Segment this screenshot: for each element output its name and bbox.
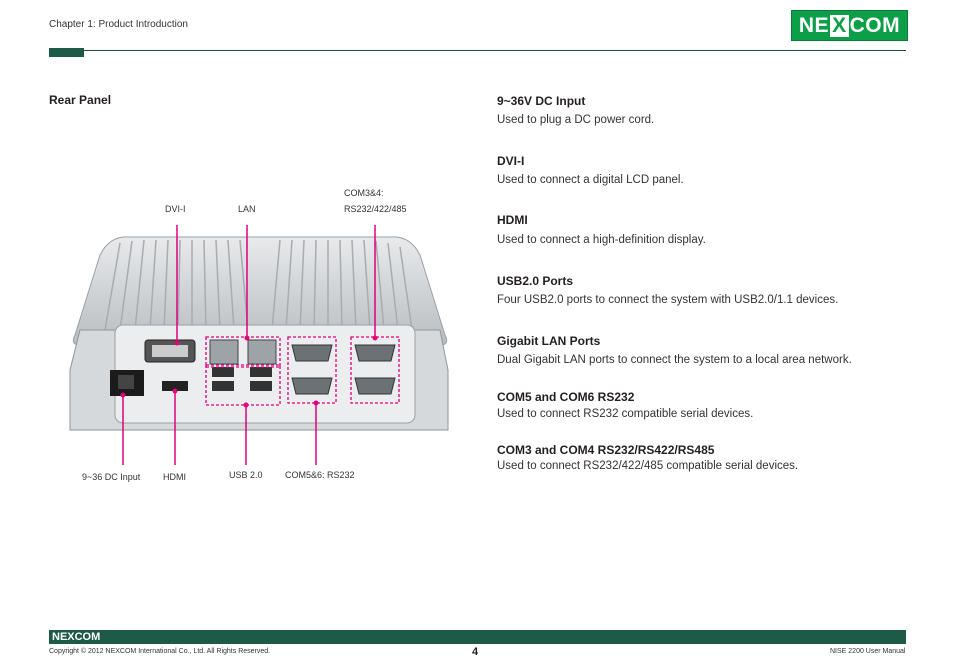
manual-title: NISE 2200 User Manual: [830, 648, 906, 655]
header-accent-block: [49, 48, 84, 57]
header-rule: [49, 50, 906, 51]
copyright-text: Copyright © 2012 NEXCOM International Co…: [49, 648, 271, 655]
item-title-hdmi: HDMI: [497, 213, 528, 227]
com34-callout-label-line2: RS232/422/485: [344, 204, 407, 214]
item-desc-usb: Four USB2.0 ports to connect the system …: [497, 294, 839, 306]
hdmi-callout-label: HDMI: [163, 472, 186, 482]
dc-input-callout-label: 9~36 DC Input: [82, 472, 141, 482]
item-desc-hdmi: Used to connect a high-definition displa…: [497, 234, 706, 246]
item-desc-com34: Used to connect RS232/422/485 compatible…: [497, 460, 799, 472]
footer-square-small-icon: [899, 638, 906, 644]
item-desc-com56: Used to connect RS232 compatible serial …: [497, 408, 754, 420]
item-title-dc-input: 9~36V DC Input: [497, 94, 586, 108]
com56-callout-label: COM5&6: RS232: [285, 470, 355, 480]
footer-logo: NEXCOM: [52, 631, 101, 643]
item-title-com56: COM5 and COM6 RS232: [497, 390, 635, 404]
item-title-usb: USB2.0 Ports: [497, 274, 574, 288]
item-title-lan: Gigabit LAN Ports: [497, 334, 601, 348]
com34-callout-label-line1: COM3&4:: [344, 188, 384, 198]
nexcom-logo: NE X COM: [791, 10, 908, 41]
rear-panel-illustration: [69, 225, 449, 465]
lan-callout-label: LAN: [238, 204, 256, 214]
item-desc-dc-input: Used to plug a DC power cord.: [497, 114, 655, 126]
dvi-callout-label: DVI-I: [165, 204, 186, 214]
item-desc-dvi: Used to connect a digital LCD panel.: [497, 174, 684, 186]
footer-bar: [49, 630, 906, 644]
item-title-dvi: DVI-I: [497, 154, 525, 168]
page-number: 4: [472, 646, 479, 658]
item-title-com34: COM3 and COM4 RS232/RS422/RS485: [497, 443, 715, 457]
footer-square-icon: [890, 630, 898, 638]
section-title: Rear Panel: [49, 93, 112, 107]
item-desc-lan: Dual Gigabit LAN ports to connect the sy…: [497, 354, 852, 366]
usb-callout-label: USB 2.0: [229, 470, 263, 480]
chapter-heading: Chapter 1: Product Introduction: [49, 19, 188, 30]
